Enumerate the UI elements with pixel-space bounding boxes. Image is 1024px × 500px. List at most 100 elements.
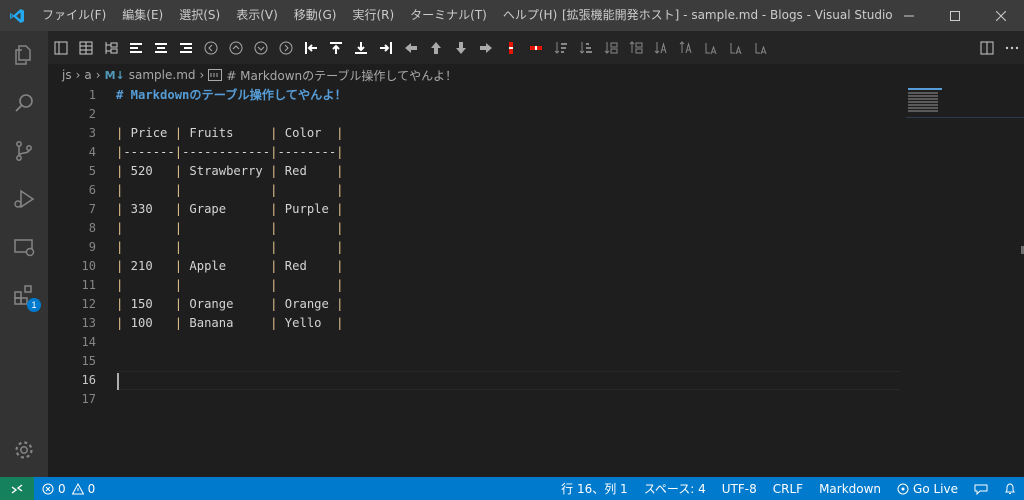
encoding[interactable]: UTF-8 (714, 477, 765, 500)
table-row[interactable]: | | | | (116, 181, 900, 200)
text-a-alt-icon[interactable] (723, 31, 748, 64)
menu-run[interactable]: 実行(R) (344, 0, 402, 31)
minimap-slider (906, 117, 1024, 118)
status-bar: 0 0 行 16、列 1 スペース: 4 UTF-8 CRLF Markdown… (0, 477, 1024, 500)
menu-edit[interactable]: 編集(E) (114, 0, 171, 31)
sort-desc-icon[interactable] (548, 31, 573, 64)
menu-view[interactable]: 表示(V) (228, 0, 286, 31)
chevron-right-icon: › (199, 68, 205, 82)
problems-indicator[interactable]: 0 0 (34, 477, 103, 500)
code-line-heading[interactable]: # Markdownのテーブル操作してやんよ！ (116, 86, 900, 105)
breadcrumb-folder-js[interactable]: js (62, 68, 72, 82)
gear-icon[interactable] (0, 426, 48, 474)
menu-terminal[interactable]: ターミナル(T) (402, 0, 495, 31)
menu-help[interactable]: ヘルプ(H) (495, 0, 565, 31)
extensions-badge: 1 (27, 298, 41, 312)
sort-num-asc-icon[interactable] (623, 31, 648, 64)
line-number: 12 (81, 297, 96, 311)
go-live-button[interactable]: Go Live (889, 477, 966, 500)
code-line[interactable] (116, 352, 900, 371)
minimap-line (908, 110, 938, 112)
circle-left-icon[interactable] (198, 31, 223, 64)
minimize-button[interactable] (886, 0, 932, 31)
table-row[interactable]: | 210 | Apple | Red | (116, 257, 900, 276)
code-area[interactable]: # Markdownのテーブル操作してやんよ！ | Price | Fruits… (116, 86, 900, 409)
remote-indicator-icon[interactable] (0, 477, 34, 500)
code-line[interactable] (116, 390, 900, 409)
table-row[interactable]: | 330 | Grape | Purple | (116, 200, 900, 219)
table-tree-icon[interactable] (98, 31, 123, 64)
circle-up-icon[interactable] (223, 31, 248, 64)
warning-icon (71, 482, 84, 495)
symbol-string-icon (208, 69, 223, 81)
line-number: 17 (81, 392, 96, 406)
arrow-up-icon[interactable] (423, 31, 448, 64)
move-to-start-icon[interactable] (298, 31, 323, 64)
indentation[interactable]: スペース: 4 (636, 477, 714, 500)
arrow-left-icon[interactable] (398, 31, 423, 64)
feedback-icon[interactable] (966, 477, 996, 500)
breadcrumb-file[interactable]: sample.md (129, 68, 196, 82)
align-left-icon[interactable] (123, 31, 148, 64)
chevron-right-icon: › (95, 68, 101, 82)
code-line[interactable] (116, 333, 900, 352)
sort-alpha-desc-icon[interactable] (648, 31, 673, 64)
line-number: 11 (81, 278, 96, 292)
text-a-small-icon[interactable] (748, 31, 773, 64)
table-separator-row[interactable]: |-------|------------|--------| (116, 143, 900, 162)
sort-num-desc-icon[interactable] (598, 31, 623, 64)
delete-row-icon[interactable] (523, 31, 548, 64)
circle-down-icon[interactable] (248, 31, 273, 64)
delete-column-icon[interactable] (498, 31, 523, 64)
maximize-button[interactable] (932, 0, 978, 31)
editor[interactable]: 1 2 3 4 5 6 7 8 9 10 11 12 13 14 15 16 1… (48, 86, 1024, 477)
table-header-row[interactable]: | Price | Fruits | Color | (116, 124, 900, 143)
breadcrumb-folder-a[interactable]: a (84, 68, 91, 82)
move-to-end-icon[interactable] (373, 31, 398, 64)
remote-explorer-icon[interactable] (0, 223, 48, 271)
line-number: 5 (88, 164, 96, 178)
sort-asc-icon[interactable] (573, 31, 598, 64)
source-control-icon[interactable] (0, 127, 48, 175)
language-mode[interactable]: Markdown (811, 477, 889, 500)
split-editor-icon[interactable] (974, 31, 999, 64)
arrow-down-icon[interactable] (448, 31, 473, 64)
menu-file[interactable]: ファイル(F) (34, 0, 114, 31)
close-button[interactable] (978, 0, 1024, 31)
line-number: 15 (81, 354, 96, 368)
table-row[interactable]: | 100 | Banana | Yello | (116, 314, 900, 333)
arrow-right-icon[interactable] (473, 31, 498, 64)
run-debug-icon[interactable] (0, 175, 48, 223)
menu-selection[interactable]: 選択(S) (171, 0, 228, 31)
line-number: 6 (88, 183, 96, 197)
line-number: 14 (81, 335, 96, 349)
circle-right-icon[interactable] (273, 31, 298, 64)
sort-alpha-asc-icon[interactable] (673, 31, 698, 64)
extensions-icon[interactable]: 1 (0, 271, 48, 319)
table-row[interactable]: | | | | (116, 238, 900, 257)
bell-icon[interactable] (996, 477, 1024, 500)
chevron-right-icon: › (75, 68, 81, 82)
text-a-icon[interactable] (698, 31, 723, 64)
table-row[interactable]: | 150 | Orange | Orange | (116, 295, 900, 314)
code-line[interactable] (116, 105, 900, 124)
align-right-icon[interactable] (173, 31, 198, 64)
search-icon[interactable] (0, 79, 48, 127)
code-line-active[interactable] (116, 371, 900, 390)
cursor-position[interactable]: 行 16、列 1 (553, 477, 636, 500)
move-to-top-icon[interactable] (323, 31, 348, 64)
breadcrumb-symbol[interactable]: # Markdownのテーブル操作してやんよ！ (226, 67, 457, 84)
table-format-icon[interactable] (48, 31, 73, 64)
more-actions-icon[interactable] (999, 31, 1024, 64)
align-center-icon[interactable] (148, 31, 173, 64)
title-bar: ファイル(F) 編集(E) 選択(S) 表示(V) 移動(G) 実行(R) ター… (0, 0, 1024, 31)
menu-go[interactable]: 移動(G) (286, 0, 345, 31)
line-ending[interactable]: CRLF (765, 477, 811, 500)
table-row[interactable]: | | | | (116, 276, 900, 295)
table-row[interactable]: | | | | (116, 219, 900, 238)
move-to-bottom-icon[interactable] (348, 31, 373, 64)
table-grid-icon[interactable] (73, 31, 98, 64)
table-row[interactable]: | 520 | Strawberry | Red | (116, 162, 900, 181)
minimap[interactable] (906, 86, 1024, 477)
explorer-icon[interactable] (0, 31, 48, 79)
